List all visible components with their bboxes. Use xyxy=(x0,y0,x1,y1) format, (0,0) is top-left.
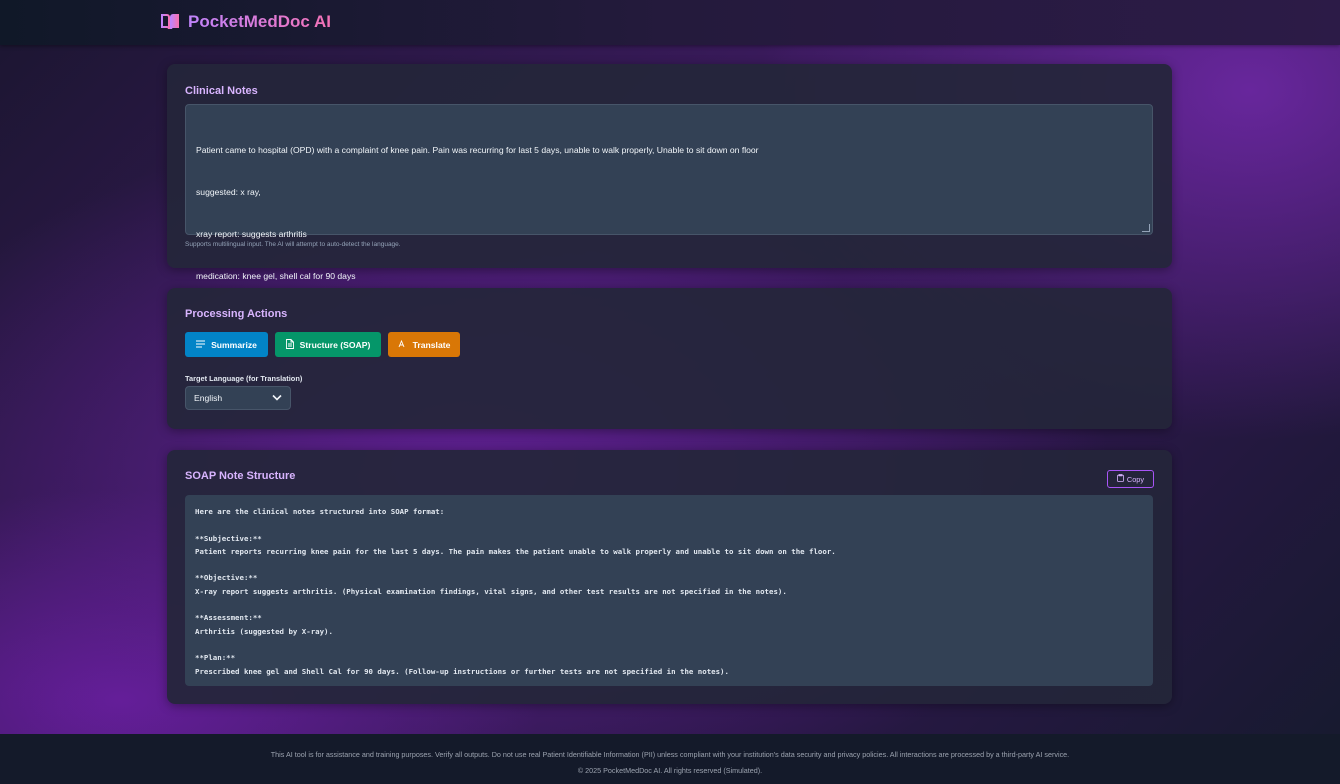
target-language-value: English xyxy=(194,393,223,403)
multilingual-hint: Supports multilingual input. The AI will… xyxy=(185,241,401,248)
soap-output: Here are the clinical notes structured i… xyxy=(185,495,1153,686)
soap-note-card: SOAP Note Structure Copy Here are the cl… xyxy=(167,450,1172,704)
notes-line: suggested: x ray, xyxy=(196,187,261,197)
copy-button[interactable]: Copy xyxy=(1107,470,1154,488)
chevron-down-icon xyxy=(272,393,282,403)
clinical-notes-title: Clinical Notes xyxy=(185,85,258,97)
translate-label: Translate xyxy=(412,339,451,350)
app-footer: This AI tool is for assistance and train… xyxy=(0,734,1340,784)
copy-label: Copy xyxy=(1126,474,1145,484)
soap-line: Here are the clinical notes structured i… xyxy=(195,507,445,516)
clipboard-icon xyxy=(1116,474,1124,484)
processing-actions-card: Processing Actions Summarize Structure (… xyxy=(167,288,1172,429)
summarize-button[interactable]: Summarize xyxy=(185,332,268,357)
soap-line xyxy=(195,598,1143,611)
translate-icon xyxy=(398,339,407,350)
soap-line: Arthritis (suggested by X-ray). xyxy=(195,626,333,636)
structure-soap-button[interactable]: Structure (SOAP) xyxy=(275,332,381,357)
soap-line: **Subjective:** xyxy=(195,533,262,543)
footer-disclaimer: This AI tool is for assistance and train… xyxy=(270,750,1070,759)
soap-line: **Assessment:** xyxy=(195,613,262,623)
structure-soap-label: Structure (SOAP) xyxy=(299,339,371,350)
processing-actions-title: Processing Actions xyxy=(185,308,288,320)
clinical-notes-card: Clinical Notes Patient came to hospital … xyxy=(167,64,1172,281)
app-title: PocketMedDoc AI xyxy=(188,12,331,31)
document-icon xyxy=(285,338,294,351)
list-icon xyxy=(196,340,206,350)
soap-line: **Objective:** xyxy=(195,573,258,583)
soap-line xyxy=(195,518,1143,531)
app-header: PocketMedDoc AI xyxy=(0,0,1340,45)
clinical-notes-input[interactable]: Patient came to hospital (OPD) with a co… xyxy=(185,104,1153,281)
notes-line: medication: knee gel, shell cal for 90 d… xyxy=(196,271,356,281)
soap-line: **Plan:** xyxy=(195,653,236,663)
translate-button[interactable]: Translate xyxy=(388,332,460,357)
soap-line: Prescribed knee gel and Shell Cal for 90… xyxy=(195,666,729,676)
soap-line: Patient reports recurring knee pain for … xyxy=(195,546,836,556)
soap-line xyxy=(195,558,1143,571)
soap-note-title: SOAP Note Structure xyxy=(185,470,296,482)
soap-line: X-ray report suggests arthritis. (Physic… xyxy=(195,586,787,596)
footer-copyright: © 2025 PocketMedDoc AI. All rights reser… xyxy=(577,766,763,775)
target-language-label: Target Language (for Translation) xyxy=(185,374,303,383)
resize-handle-icon[interactable] xyxy=(1142,224,1150,232)
notes-line: xray report: suggests arthritis xyxy=(196,229,307,239)
soap-line xyxy=(195,638,1143,651)
notes-line: Patient came to hospital (OPD) with a co… xyxy=(196,145,759,155)
summarize-label: Summarize xyxy=(211,339,257,350)
book-open-icon xyxy=(160,13,180,31)
target-language-select[interactable]: English xyxy=(185,386,291,410)
brand[interactable]: PocketMedDoc AI xyxy=(160,12,331,32)
